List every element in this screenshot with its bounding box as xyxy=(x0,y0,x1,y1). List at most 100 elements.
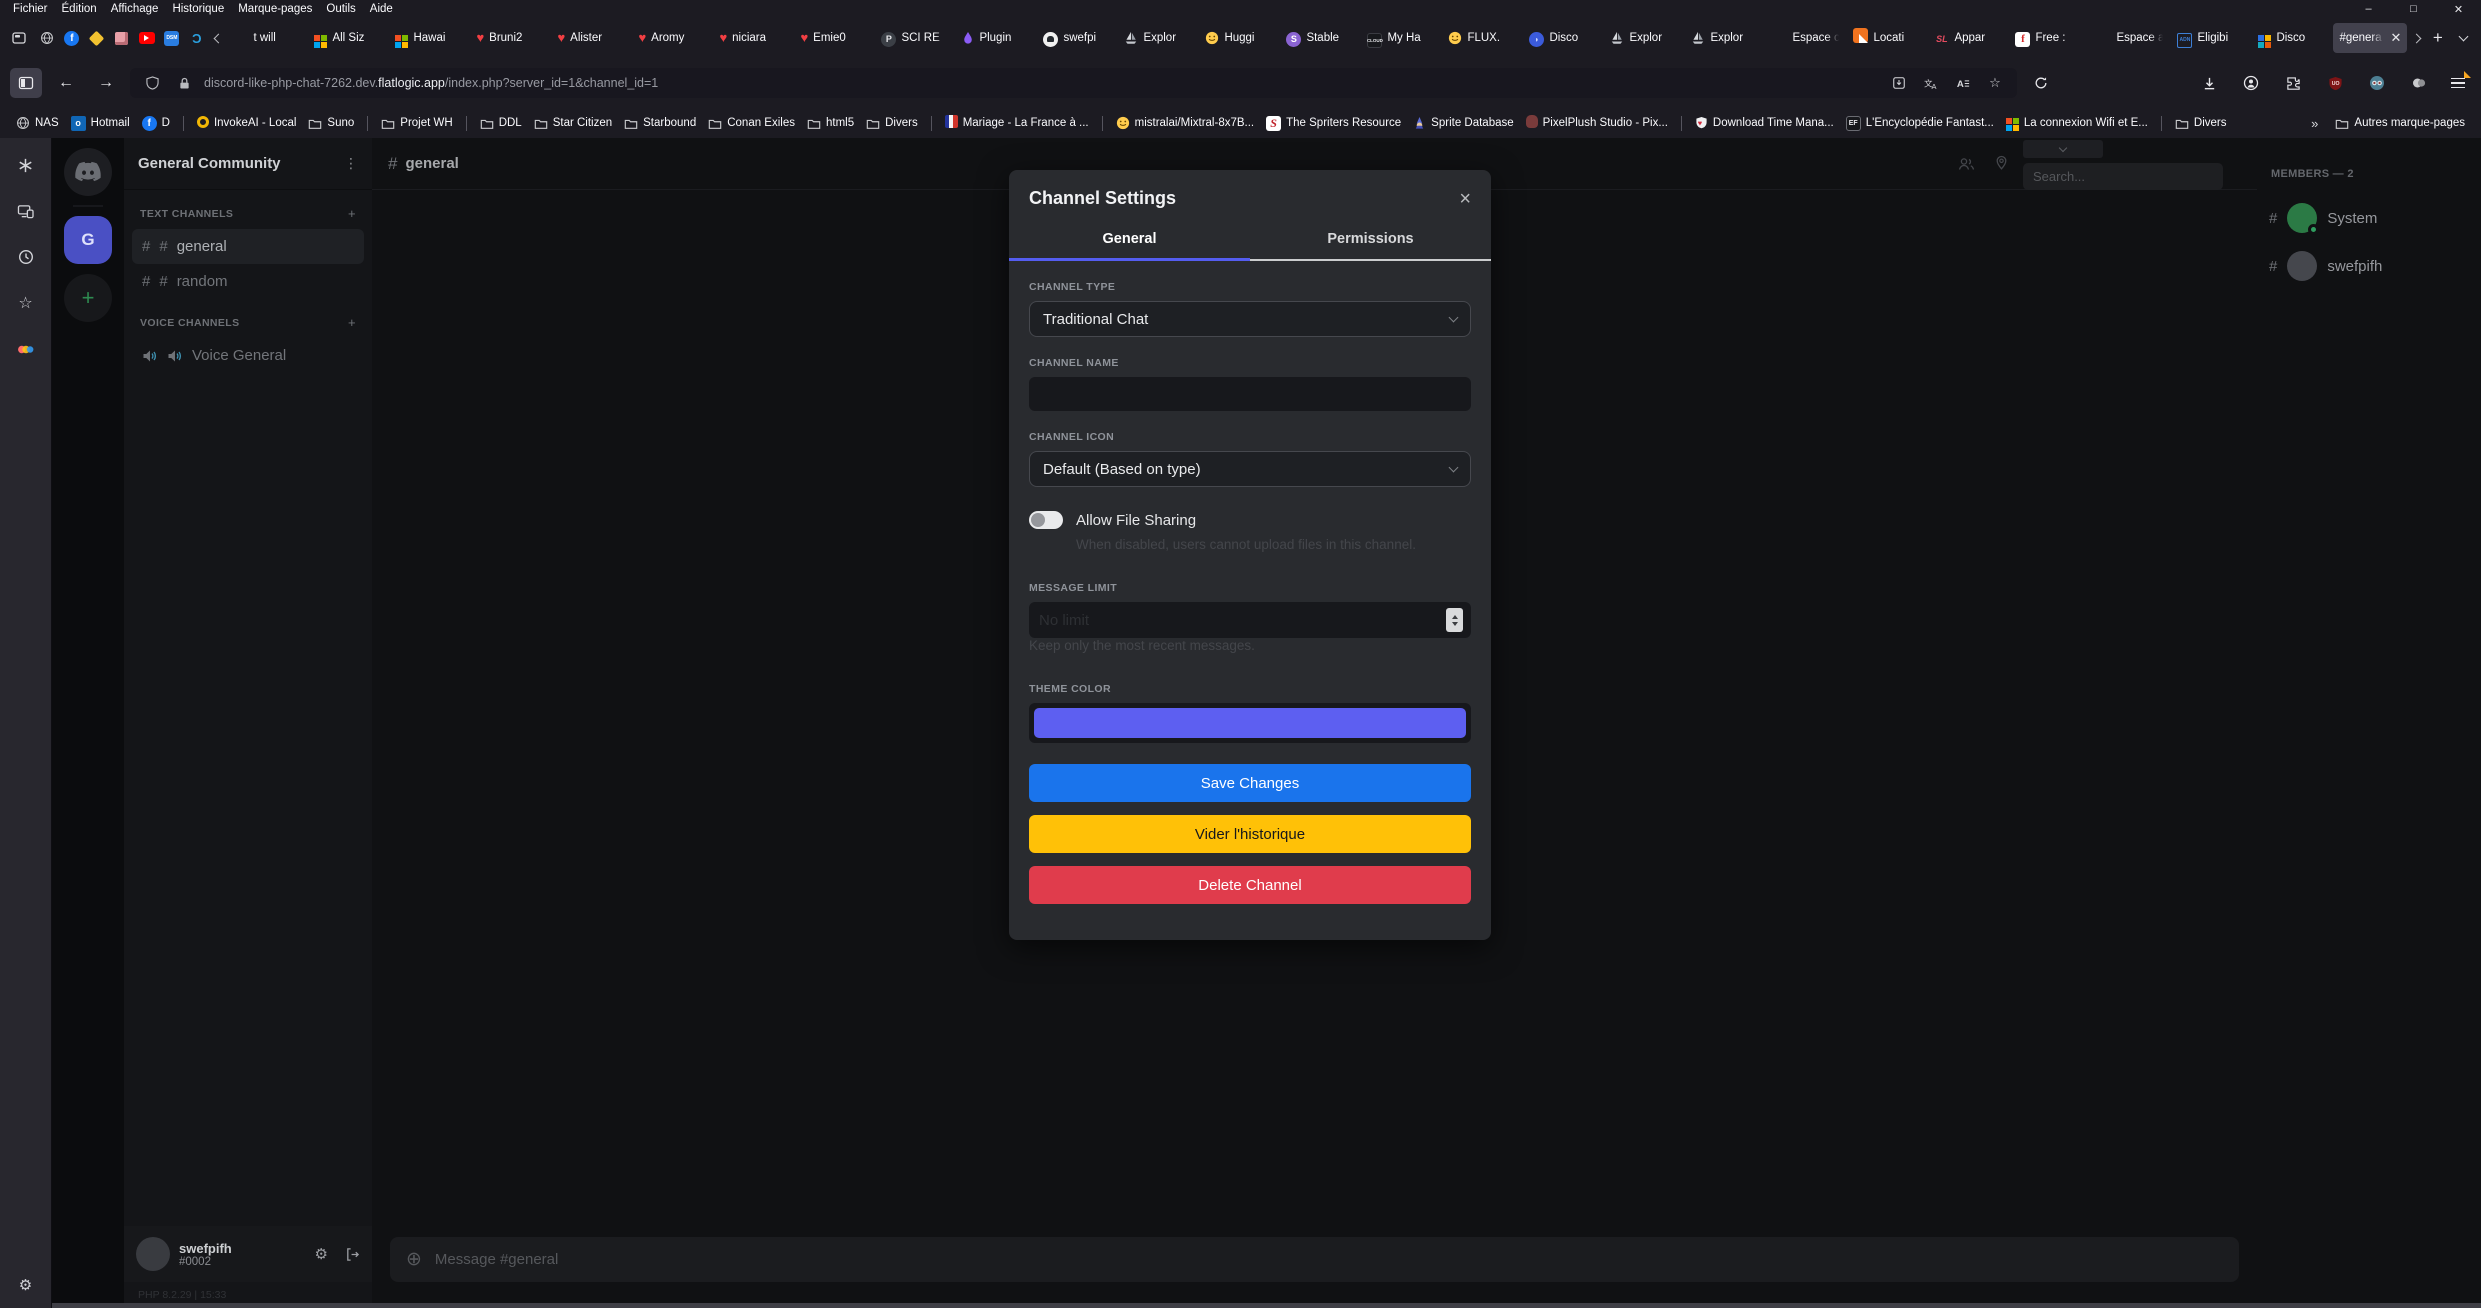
file-sharing-toggle[interactable] xyxy=(1029,511,1063,529)
firefox-view-icon[interactable] xyxy=(6,24,32,52)
containers-icon[interactable] xyxy=(13,336,39,362)
user-settings-gear-icon[interactable]: ⚙ xyxy=(315,1245,328,1263)
modal-close-icon[interactable]: × xyxy=(1459,189,1471,209)
members-toggle-icon[interactable] xyxy=(1957,156,1975,172)
bookmark-item[interactable]: html5 xyxy=(801,114,860,133)
member-row[interactable]: #System xyxy=(2257,194,2481,242)
pinned-tab-globe[interactable] xyxy=(34,24,59,52)
pinned-tab-synology[interactable]: Ɔ xyxy=(184,24,209,52)
menu-affichage[interactable]: Affichage xyxy=(104,2,166,16)
synced-tabs-icon[interactable] xyxy=(13,198,39,224)
shield-icon[interactable] xyxy=(140,71,164,95)
channel-type-select[interactable]: Traditional Chat xyxy=(1029,301,1471,337)
menu-marque-pages[interactable]: Marque-pages xyxy=(231,2,319,16)
active-tab[interactable]: #genera ✕ xyxy=(2333,23,2407,53)
browser-tab[interactable]: ♥niciara xyxy=(713,23,792,53)
attach-plus-icon[interactable]: ⊕ xyxy=(406,1248,422,1271)
browser-tab[interactable]: Hawai xyxy=(389,23,468,53)
bookmark-item[interactable]: oHotmail xyxy=(65,113,136,134)
browser-tab[interactable]: Explor xyxy=(1685,23,1764,53)
menu-outils[interactable]: Outils xyxy=(319,2,362,16)
ublock-origin-icon[interactable]: UO xyxy=(2319,68,2351,98)
reload-icon[interactable] xyxy=(2025,68,2057,98)
browser-tab[interactable]: fFree : xyxy=(2009,23,2088,53)
bookmark-item[interactable]: Mariage - La France à ... xyxy=(939,112,1095,134)
browser-tab[interactable]: SLAppar xyxy=(1928,23,2007,53)
browser-tab[interactable]: SStable xyxy=(1280,23,1359,53)
channel-item-voice-general[interactable]: Voice General xyxy=(132,338,364,373)
extension-face-icon[interactable] xyxy=(2361,68,2393,98)
menu-aide[interactable]: Aide xyxy=(363,2,400,16)
modal-button-delete-channel[interactable]: Delete Channel xyxy=(1029,866,1471,904)
browser-tab[interactable]: Explor xyxy=(1118,23,1197,53)
browser-tab[interactable]: ◗Disco xyxy=(1523,23,1602,53)
server-icon-general-community[interactable]: G xyxy=(64,216,112,264)
translate-icon[interactable]: 文A xyxy=(1919,71,1943,95)
pinned-tab-sprite[interactable] xyxy=(109,24,134,52)
bookmark-item[interactable]: Divers xyxy=(860,114,924,133)
history-icon[interactable] xyxy=(13,244,39,270)
bookmark-item[interactable]: NAS xyxy=(10,113,65,133)
browser-tab[interactable]: ♥Emie0 xyxy=(794,23,873,53)
bookmark-item[interactable]: Divers xyxy=(2169,114,2233,133)
bookmark-item[interactable]: Suno xyxy=(302,114,360,133)
channel-item-random[interactable]: ##random xyxy=(132,264,364,299)
header-dropdown-select[interactable] xyxy=(2023,140,2103,158)
lock-icon[interactable] xyxy=(172,71,196,95)
pinned-tab-youtube[interactable] xyxy=(134,24,159,52)
downloads-icon[interactable] xyxy=(2193,68,2225,98)
browser-tab[interactable]: Locati xyxy=(1847,23,1926,53)
bookmark-item[interactable]: EFL'Encyclopédie Fantast... xyxy=(1840,113,2000,134)
extensions-puzzle-icon[interactable] xyxy=(2277,68,2309,98)
pinned-tab-facebook[interactable]: f xyxy=(59,24,84,52)
bookmark-item[interactable]: SThe Spriters Resource xyxy=(1260,113,1407,134)
bookmark-item[interactable]: La connexion Wifi et E... xyxy=(2000,112,2154,134)
bookmark-item[interactable]: PixelPlush Studio - Pix... xyxy=(1520,112,1674,134)
bookmarks-icon[interactable]: ☆ xyxy=(13,290,39,316)
browser-tab[interactable]: ♥Aromy xyxy=(632,23,711,53)
horizontal-scrollbar[interactable] xyxy=(52,1303,2481,1308)
browser-tab[interactable]: FLUX. xyxy=(1442,23,1521,53)
discord-home-icon[interactable] xyxy=(64,148,112,196)
browser-tab[interactable]: Disco xyxy=(2252,23,2331,53)
bookmark-item[interactable]: DDL xyxy=(474,114,528,133)
browser-tab[interactable]: CLOUDMy Ha xyxy=(1361,23,1440,53)
bookmark-item[interactable]: InvokeAI - Local xyxy=(191,113,302,134)
sidebar-settings-gear-icon[interactable]: ⚙ xyxy=(13,1272,39,1298)
sidebar-toggle-icon[interactable] xyxy=(10,68,42,98)
menu-historique[interactable]: Historique xyxy=(165,2,231,16)
tab-general[interactable]: General xyxy=(1009,221,1250,259)
other-bookmarks-folder[interactable]: Autres marque-pages xyxy=(2329,114,2471,133)
reader-view-icon[interactable]: A xyxy=(1951,71,1975,95)
browser-tab[interactable]: swefpi xyxy=(1037,23,1116,53)
url-bar[interactable]: discord-like-php-chat-7262.dev.flatlogic… xyxy=(130,68,2017,98)
bookmark-item[interactable]: Projet WH xyxy=(375,114,458,133)
list-all-tabs-icon[interactable] xyxy=(2452,24,2475,52)
add-channel-icon[interactable]: + xyxy=(348,315,356,330)
add-channel-icon[interactable]: + xyxy=(348,206,356,221)
close-button[interactable]: ✕ xyxy=(2436,0,2481,18)
modal-button-vider-l-historique[interactable]: Vider l'historique xyxy=(1029,815,1471,853)
menu-hamburger-icon[interactable] xyxy=(2445,70,2471,96)
forward-button[interactable]: → xyxy=(90,68,122,98)
browser-tab[interactable]: Huggi xyxy=(1199,23,1278,53)
bookmark-item[interactable]: Conan Exiles xyxy=(702,114,801,133)
browser-tab[interactable]: All Siz xyxy=(308,23,387,53)
bookmark-item[interactable]: ♥Download Time Mana... xyxy=(1689,113,1840,133)
bookmark-item[interactable]: Starbound xyxy=(618,114,702,133)
pinned-tab-diamond[interactable] xyxy=(84,24,109,52)
account-icon[interactable] xyxy=(2235,68,2267,98)
search-input[interactable]: Search... xyxy=(2023,163,2223,190)
browser-tab[interactable]: PSCI RE xyxy=(875,23,954,53)
tab-close-icon[interactable]: ✕ xyxy=(2391,30,2402,46)
bookmark-item[interactable]: fD xyxy=(136,113,176,134)
pinned-tab-dsm[interactable]: DSM xyxy=(159,24,184,52)
browser-tab[interactable]: Espace clie xyxy=(1766,23,1845,53)
channel-icon-select[interactable]: Default (Based on type) xyxy=(1029,451,1471,487)
save-to-pocket-icon[interactable] xyxy=(1887,71,1911,95)
menu-édition[interactable]: Édition xyxy=(55,2,104,16)
logout-icon[interactable] xyxy=(345,1247,360,1262)
pin-icon[interactable] xyxy=(1994,155,2009,172)
theme-color-swatch[interactable] xyxy=(1034,708,1466,738)
ai-chatbot-icon[interactable] xyxy=(13,152,39,178)
